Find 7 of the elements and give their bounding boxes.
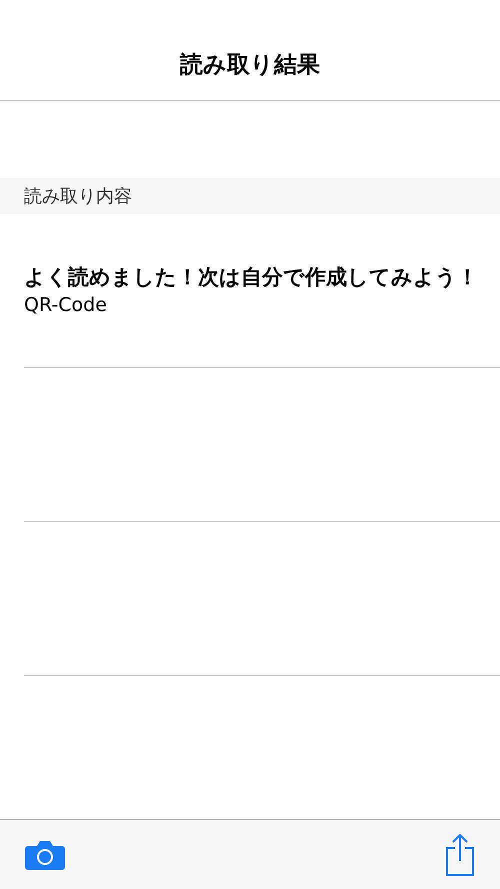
- nav-title: 読み取り結果: [180, 50, 320, 80]
- result-text: よく読めました！次は自分で作成してみよう！: [24, 264, 479, 291]
- result-type: QR-Code: [24, 293, 108, 318]
- result-row[interactable]: よく読めました！次は自分で作成してみよう！ QR-Code: [24, 214, 500, 368]
- camera-icon[interactable]: [25, 840, 65, 870]
- section-header-label: 読み取り内容: [24, 184, 132, 208]
- share-icon[interactable]: [445, 834, 475, 876]
